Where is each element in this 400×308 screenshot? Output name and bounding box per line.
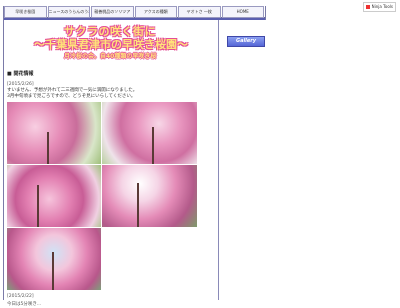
gallery-button[interactable]: Gallery — [227, 36, 265, 47]
site-subtitle: 月冷桜の会。自40種類の早咲き桜 — [64, 53, 157, 60]
nav-item-5[interactable]: ヤオトさ 一枚 — [178, 6, 221, 18]
sakura-photo[interactable] — [102, 165, 197, 227]
sakura-photo[interactable] — [7, 102, 101, 164]
nav-item-1[interactable]: 早咲き桜園 — [4, 6, 47, 18]
sidebar: Gallery — [218, 20, 266, 300]
ninja-badge-label: Ninja Tools — [371, 4, 393, 9]
nav-item-home[interactable]: HOME — [221, 6, 264, 18]
photo-gallery — [7, 102, 197, 292]
entry-date: [2015/2/22] — [7, 294, 34, 299]
nav-item-4[interactable]: アクスの種類 — [134, 6, 177, 18]
ninja-tools-badge[interactable]: Ninja Tools — [362, 2, 396, 12]
entry-text: 3月中旬頃まで見ごろですので、どうぞ見にいらしてください。 — [7, 94, 136, 99]
site-title-line2: ～千葉県君津市の早咲き桜園～ — [34, 38, 188, 51]
page-frame: 早咲き桜園 ニュースのうらんのうわ 親善桃品のソリツア アクスの種類 ヤオトさ … — [3, 6, 266, 307]
sakura-photo[interactable] — [7, 228, 101, 290]
main-content: ■ 開花情報 [2015/2/26] すいません、予想が外れて二三週間で一気に満… — [7, 70, 215, 308]
section-title: ■ 開花情報 — [7, 71, 34, 77]
nav-item-3[interactable]: 親善桃品のソリツア — [91, 6, 134, 18]
site-header: サクラの咲く街に ～千葉県君津市の早咲き桜園～ 月冷桜の会。自40種類の早咲き桜 — [4, 20, 217, 64]
sakura-photo[interactable] — [102, 102, 197, 164]
ninja-icon — [365, 5, 370, 9]
sakura-photo[interactable] — [7, 165, 101, 227]
top-nav-bar: 早咲き桜園 ニュースのうらんのうわ 親善桃品のソリツア アクスの種類 ヤオトさ … — [4, 6, 265, 18]
entry-text: 今日は5分咲き... — [7, 302, 42, 307]
nav-item-2[interactable]: ニュースのうらんのうわ — [47, 6, 90, 18]
